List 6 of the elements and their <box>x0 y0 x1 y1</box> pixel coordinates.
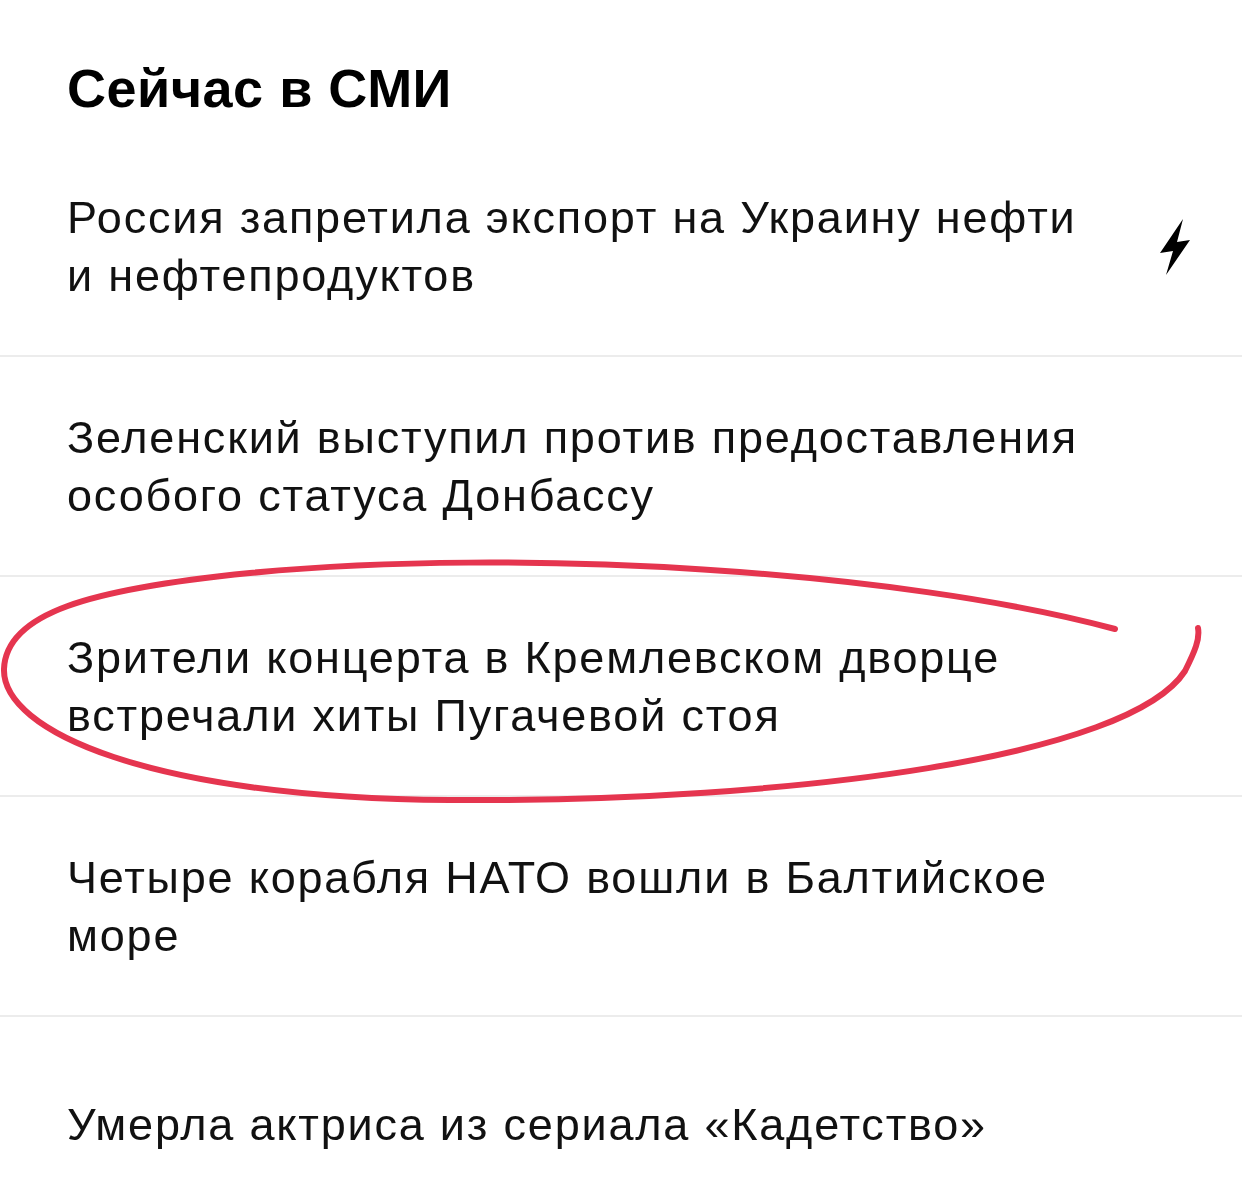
news-headline[interactable]: Зрители концерта в Кремлевском дворце встречали хиты Пугачевой стоя <box>67 629 1110 745</box>
news-headline[interactable]: Умерла актриса из сериала «Кадетство» <box>67 1096 1110 1154</box>
news-headline[interactable]: Россия запретила экспорт на Украину нефти и нефтепродуктов <box>67 189 1110 305</box>
news-headline[interactable]: Зеленский выступил против предоставления особого статуса Донбассу <box>67 409 1110 525</box>
news-headline[interactable]: Четыре корабля НАТО вошли в Балтийское море <box>67 849 1110 965</box>
section-title: Сейчас в СМИ <box>66 57 453 120</box>
